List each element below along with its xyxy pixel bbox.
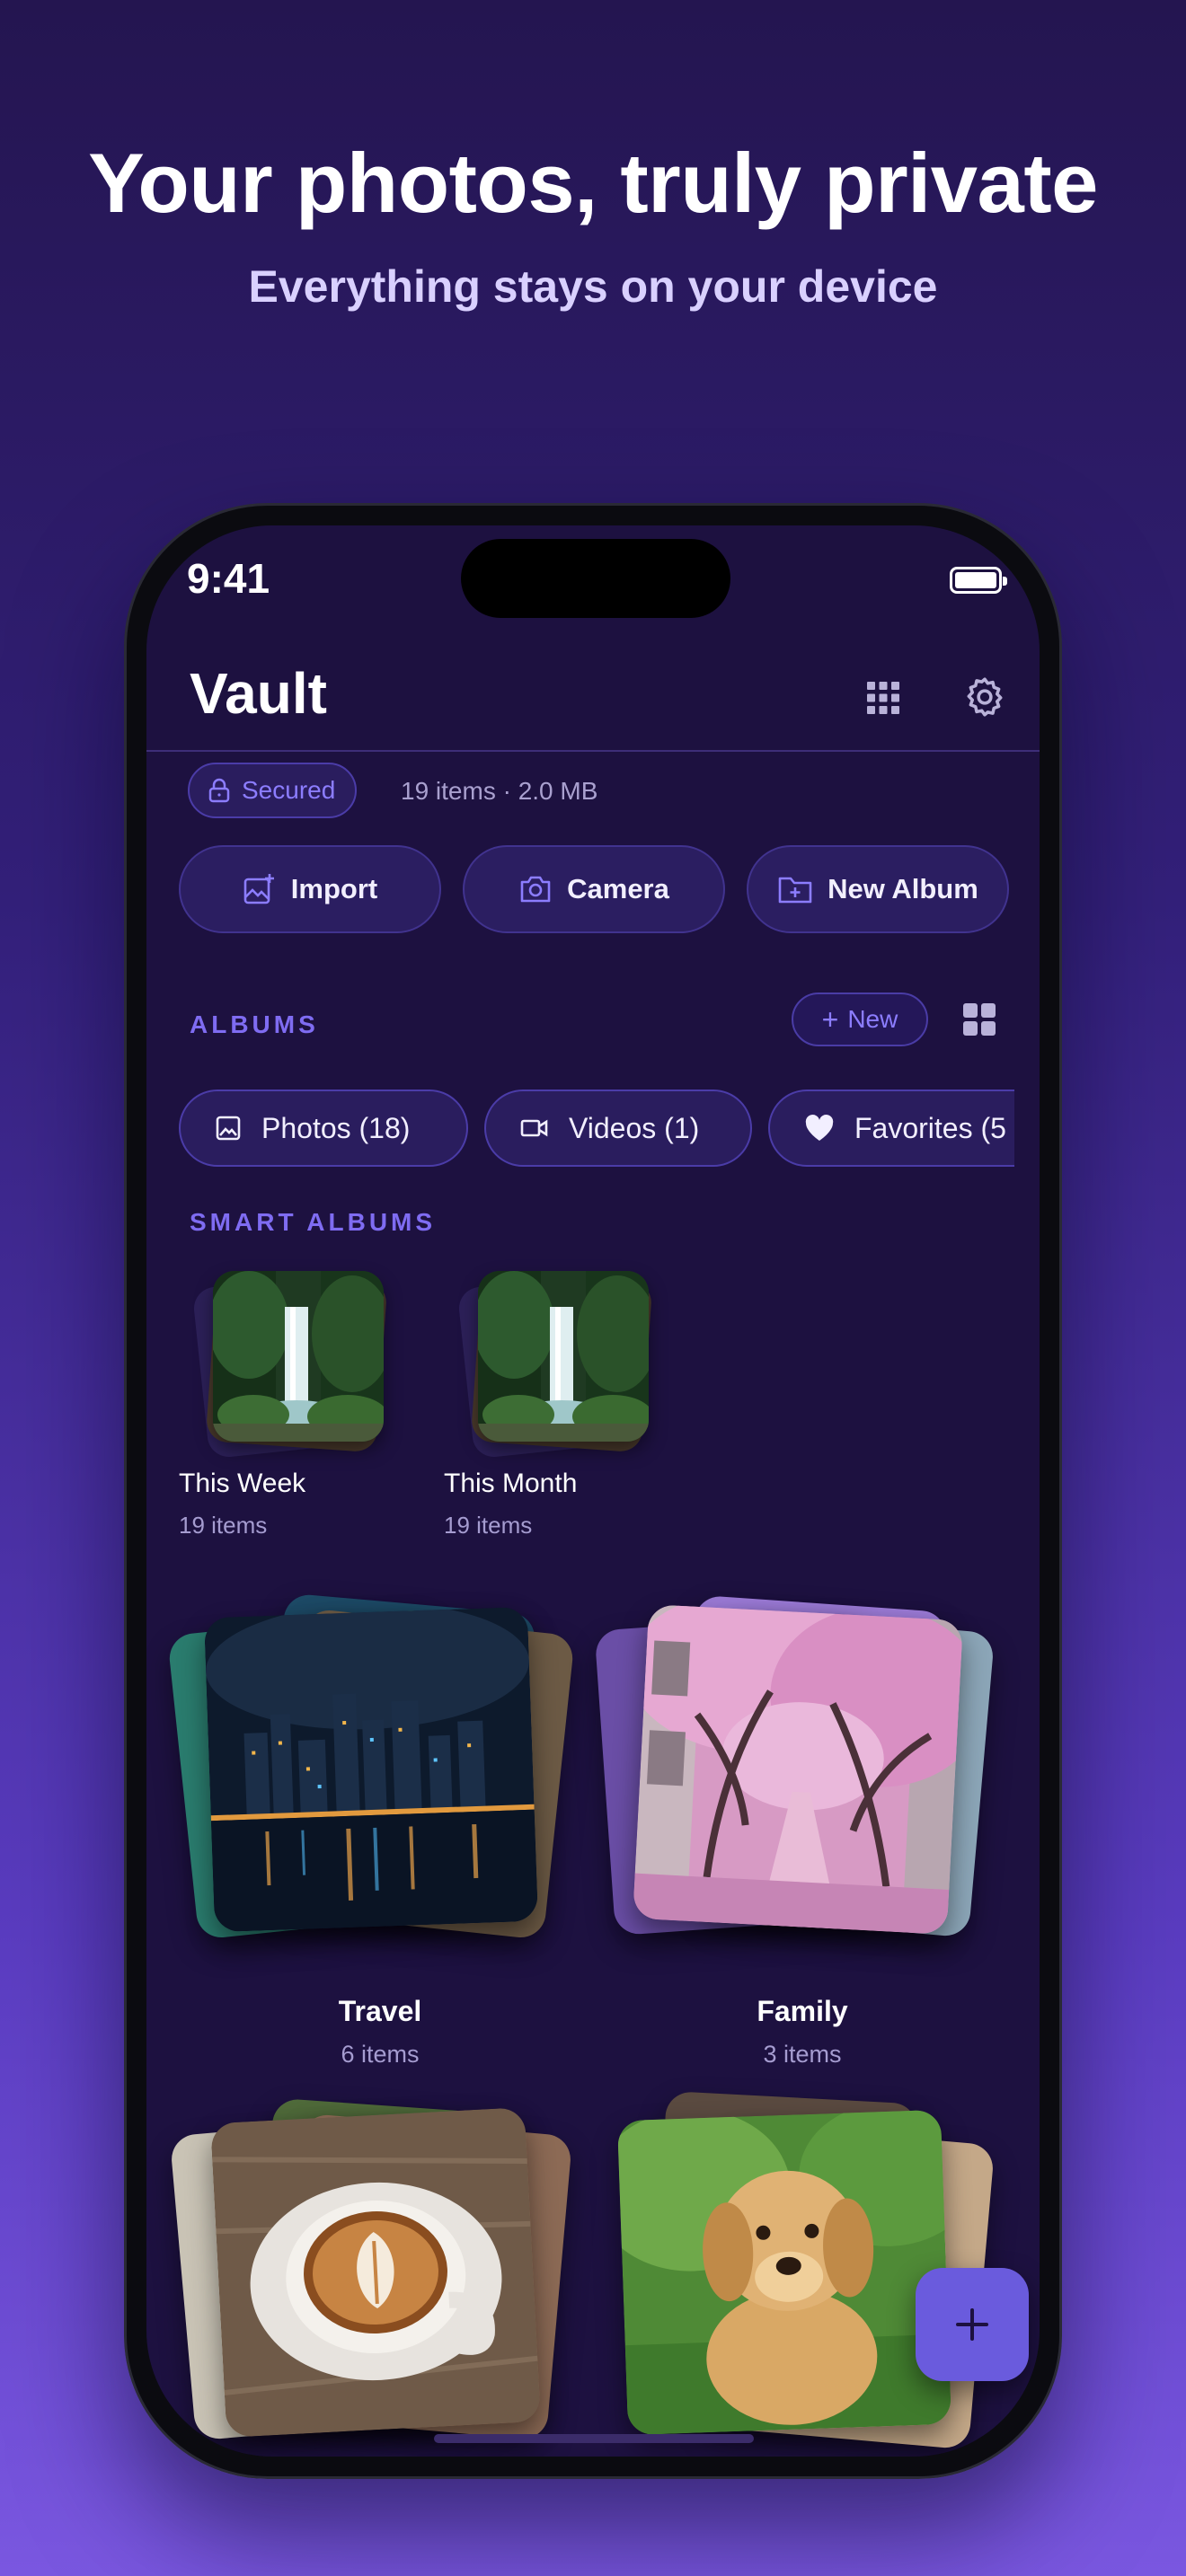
chip-photos[interactable]: Photos (18): [179, 1090, 468, 1167]
phone-frame: 9:41 Vault Secured 19 items · 2.0 MB Imp…: [124, 503, 1062, 2479]
dynamic-island: [461, 539, 730, 618]
import-photo-icon: [243, 874, 274, 904]
grid-icon[interactable]: [863, 678, 903, 718]
smart-album-card[interactable]: This Week 19 items: [179, 1270, 403, 1539]
album-count: 3 items: [763, 2041, 842, 2068]
smart-album-name: This Month: [444, 1469, 578, 1498]
chip-photos-label: Photos (18): [261, 1111, 411, 1144]
plus-icon: [956, 2308, 988, 2341]
album-photo-stack: [167, 1592, 578, 1954]
add-fab-button[interactable]: [916, 2268, 1029, 2381]
app-screen: 9:41 Vault Secured 19 items · 2.0 MB Imp…: [146, 525, 1040, 2457]
camera-icon: [520, 876, 551, 903]
smart-album-count: 19 items: [444, 1512, 533, 1539]
smart-album-count: 19 items: [179, 1512, 268, 1539]
battery-icon: [950, 567, 1007, 594]
albums-section-label: ALBUMS: [190, 1010, 319, 1038]
folder-plus-icon: [778, 877, 812, 904]
app-title: Vault: [190, 661, 327, 726]
storage-meta: 19 items · 2.0 MB: [401, 777, 598, 805]
new-album-button[interactable]: New Album: [747, 845, 1009, 933]
smart-albums-section-label: SMART ALBUMS: [190, 1208, 437, 1236]
new-album-small-button[interactable]: + New: [792, 992, 928, 1046]
chip-favorites-label: Favorites (5: [854, 1111, 1006, 1144]
plus-icon: +: [821, 1003, 839, 1036]
album-card[interactable]: [169, 2097, 578, 2457]
new-album-label: New Album: [828, 873, 978, 904]
album-chips-row[interactable]: Photos (18) Videos (1) Favorites (5: [179, 1090, 1014, 1170]
chip-favorites[interactable]: Favorites (5: [768, 1090, 1014, 1167]
image-icon: [216, 1116, 241, 1141]
secured-label: Secured: [242, 776, 336, 804]
layout-toggle-icon[interactable]: [961, 1001, 997, 1037]
smart-album-card[interactable]: This Month 19 items: [444, 1270, 668, 1539]
camera-button[interactable]: Camera: [463, 845, 725, 933]
header-divider: [146, 750, 1040, 752]
lock-icon: [208, 778, 230, 803]
album-name: Family: [757, 1995, 848, 2027]
video-icon: [520, 1119, 548, 1137]
album-photo-stack: [594, 1594, 1000, 1954]
heart-icon: [805, 1115, 834, 1141]
album-card-travel[interactable]: Travel 6 items: [167, 1592, 578, 2069]
import-label: Import: [290, 873, 378, 904]
smart-album-thumbnail: [456, 1270, 654, 1460]
hero-subtitle: Everything stays on your device: [248, 261, 938, 312]
album-card-family[interactable]: Family 3 items: [594, 1594, 1000, 2069]
chip-videos[interactable]: Videos (1): [484, 1090, 752, 1167]
album-name: Travel: [338, 1995, 422, 2027]
hero-title: Your photos, truly private: [88, 136, 1098, 230]
album-count: 6 items: [341, 2041, 420, 2068]
chip-videos-label: Videos (1): [569, 1111, 700, 1144]
new-button-label: New: [847, 1005, 898, 1033]
secured-badge: Secured: [188, 763, 358, 818]
smart-album-name: This Week: [179, 1469, 306, 1498]
import-button[interactable]: Import: [179, 845, 441, 933]
home-indicator[interactable]: [434, 2434, 754, 2443]
gear-icon[interactable]: [962, 675, 1007, 719]
album-photo-stack: [169, 2097, 578, 2457]
smart-album-thumbnail: [191, 1270, 389, 1460]
status-time: 9:41: [187, 555, 270, 602]
camera-label: Camera: [567, 873, 669, 904]
